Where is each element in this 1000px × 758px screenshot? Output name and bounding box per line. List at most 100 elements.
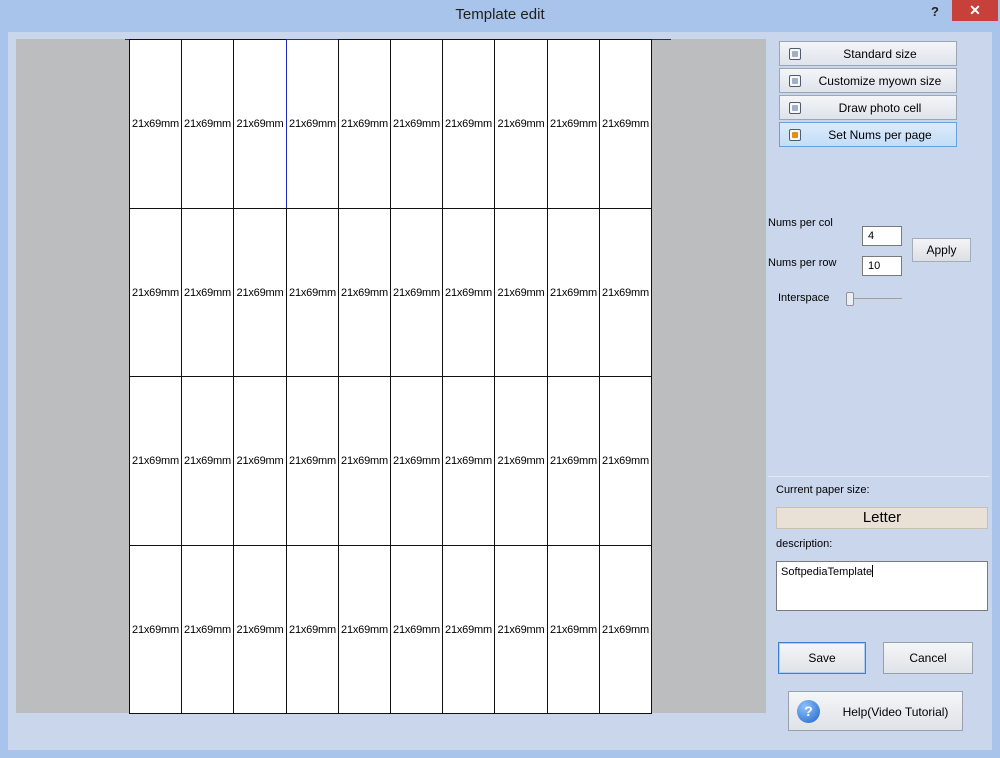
interspace-slider-thumb[interactable] [846, 292, 854, 306]
label-cell[interactable]: 21x69mm [599, 376, 652, 546]
customize-size-button[interactable]: Customize myown size [779, 68, 957, 93]
draw-photo-cell-label: Draw photo cell [838, 101, 922, 115]
label-cell[interactable]: 21x69mm [233, 208, 287, 377]
label-cell[interactable]: 21x69mm [129, 376, 182, 546]
label-cell-text: 21x69mm [236, 455, 284, 467]
label-cell[interactable]: 21x69mm [599, 208, 652, 377]
label-cell-text: 21x69mm [341, 286, 388, 299]
label-cell[interactable]: 21x69mm [286, 208, 339, 377]
close-button[interactable]: ✕ [952, 0, 998, 21]
label-cell-text: 21x69mm [445, 286, 492, 299]
label-cell-text: 21x69mm [132, 623, 179, 636]
label-cell-text: 21x69mm [289, 455, 336, 467]
label-cell[interactable]: 21x69mm [547, 376, 600, 546]
label-cell[interactable]: 21x69mm [547, 39, 600, 209]
label-cell[interactable]: 21x69mm [129, 545, 182, 714]
label-cell[interactable]: 21x69mm [442, 376, 495, 546]
label-cell[interactable]: 21x69mm [390, 39, 443, 209]
set-nums-per-page-label: Set Nums per page [828, 128, 932, 142]
label-cell[interactable]: 21x69mm [286, 545, 339, 714]
label-cell-text: 21x69mm [289, 118, 336, 130]
label-cell[interactable]: 21x69mm [286, 39, 339, 209]
interspace-label: Interspace [778, 292, 830, 304]
window-title: Template edit [455, 6, 545, 23]
nums-per-col-label: Nums per col [768, 217, 833, 229]
label-cell[interactable]: 21x69mm [338, 545, 391, 714]
label-cell-text: 21x69mm [497, 623, 545, 636]
label-cell[interactable]: 21x69mm [442, 208, 495, 377]
label-cell[interactable]: 21x69mm [286, 376, 339, 546]
label-cell[interactable]: 21x69mm [494, 208, 548, 377]
label-cell-text: 21x69mm [393, 118, 440, 130]
label-cell[interactable]: 21x69mm [181, 376, 234, 546]
text-caret [872, 565, 874, 577]
save-button[interactable]: Save [778, 642, 866, 674]
label-cell-text: 21x69mm [602, 118, 649, 130]
description-label: description: [776, 538, 833, 550]
description-text: SoftpediaTemplate [781, 566, 873, 578]
label-cell[interactable]: 21x69mm [547, 545, 600, 714]
set-nums-per-page-button[interactable]: Set Nums per page [779, 122, 957, 147]
label-cell-text: 21x69mm [184, 455, 231, 467]
label-cell-text: 21x69mm [236, 118, 284, 130]
label-cell-text: 21x69mm [497, 118, 545, 130]
label-cell[interactable]: 21x69mm [599, 545, 652, 714]
label-cell[interactable]: 21x69mm [181, 208, 234, 377]
label-cell[interactable]: 21x69mm [338, 39, 391, 209]
label-cell[interactable]: 21x69mm [390, 545, 443, 714]
label-cell[interactable]: 21x69mm [442, 39, 495, 209]
label-cell-text: 21x69mm [132, 118, 179, 130]
cancel-button[interactable]: Cancel [883, 642, 973, 674]
nums-per-row-input[interactable] [862, 256, 902, 276]
label-cell[interactable]: 21x69mm [129, 39, 182, 209]
label-cell[interactable]: 21x69mm [599, 39, 652, 209]
label-cell[interactable]: 21x69mm [547, 208, 600, 377]
label-cell[interactable]: 21x69mm [181, 545, 234, 714]
label-cell-text: 21x69mm [132, 455, 179, 467]
label-cell[interactable]: 21x69mm [338, 376, 391, 546]
customize-size-label: Customize myown size [818, 74, 942, 88]
label-cell[interactable]: 21x69mm [494, 545, 548, 714]
label-cell-text: 21x69mm [341, 623, 388, 636]
label-cell-text: 21x69mm [602, 623, 649, 636]
label-cell-text: 21x69mm [289, 623, 336, 636]
standard-size-button[interactable]: Standard size [779, 41, 957, 66]
label-cell[interactable]: 21x69mm [390, 208, 443, 377]
help-video-tutorial-button[interactable]: ? Help(Video Tutorial) [788, 691, 963, 731]
paper-size-value: Letter [776, 507, 988, 529]
label-cell[interactable]: 21x69mm [442, 545, 495, 714]
radio-icon [789, 102, 801, 114]
interspace-slider-track[interactable] [848, 298, 902, 301]
paper-size-label: Current paper size: [776, 484, 870, 496]
label-cell-text: 21x69mm [393, 286, 440, 299]
help-question-icon: ? [797, 700, 820, 723]
label-cell-text: 21x69mm [341, 118, 388, 130]
draw-photo-cell-button[interactable]: Draw photo cell [779, 95, 957, 120]
label-cell[interactable]: 21x69mm [233, 545, 287, 714]
label-cell[interactable]: 21x69mm [233, 39, 287, 209]
help-icon[interactable]: ? [924, 2, 946, 22]
nums-per-row-label: Nums per row [768, 257, 837, 269]
label-cell[interactable]: 21x69mm [494, 376, 548, 546]
section-divider [768, 476, 990, 477]
label-cell-text: 21x69mm [445, 623, 492, 636]
description-field[interactable]: SoftpediaTemplate [776, 561, 988, 611]
label-cell[interactable]: 21x69mm [390, 376, 443, 546]
label-cell-text: 21x69mm [602, 455, 649, 467]
label-cell[interactable]: 21x69mm [233, 376, 287, 546]
label-cell[interactable]: 21x69mm [494, 39, 548, 209]
nums-per-col-input[interactable] [862, 226, 902, 246]
help-video-label: Help(Video Tutorial) [842, 705, 949, 719]
apply-button[interactable]: Apply [912, 238, 971, 262]
label-cell-text: 21x69mm [393, 455, 440, 467]
standard-size-label: Standard size [843, 47, 917, 61]
label-cell-text: 21x69mm [445, 118, 492, 130]
label-cell-text: 21x69mm [602, 286, 649, 299]
label-cell[interactable]: 21x69mm [129, 208, 182, 377]
label-cell-text: 21x69mm [184, 118, 231, 130]
title-bar: Template edit ? ✕ [0, 0, 1000, 32]
label-cell-text: 21x69mm [289, 286, 336, 299]
label-cell-text: 21x69mm [393, 623, 440, 636]
label-cell[interactable]: 21x69mm [181, 39, 234, 209]
label-cell[interactable]: 21x69mm [338, 208, 391, 377]
